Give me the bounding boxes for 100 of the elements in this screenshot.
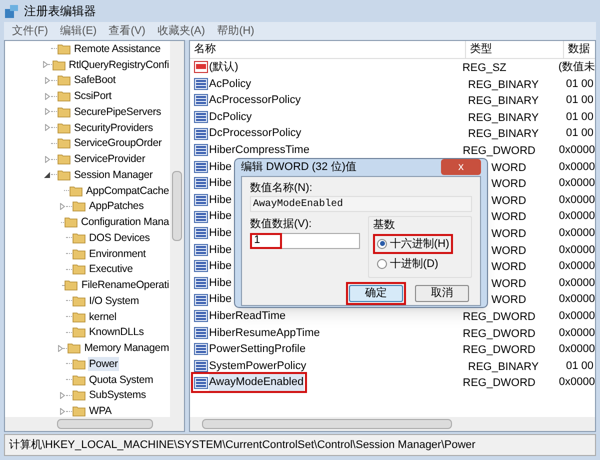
value-data: 0x0000 [558, 259, 595, 274]
menu-item[interactable]: 查看(V) [108, 22, 146, 40]
collapse-icon[interactable] [44, 172, 50, 178]
value-name[interactable]: DcPolicy [209, 108, 252, 126]
value-data: 01 00 [566, 76, 594, 92]
value-name[interactable]: SystemPowerPolicy [209, 358, 306, 374]
value-name[interactable]: HiberCompressTime [209, 142, 310, 159]
expand-icon[interactable] [44, 156, 50, 163]
tree-item[interactable]: FileRenameOperati [80, 278, 170, 292]
value-data-field[interactable]: 1 [250, 232, 360, 248]
tree-item[interactable]: AppPatches [88, 199, 145, 214]
value-type: REG_DWORD [462, 328, 536, 340]
value-name[interactable]: HiberResumeAppTime [209, 324, 320, 342]
expand-icon[interactable] [44, 124, 50, 132]
menu-item[interactable]: 帮助(H) [217, 22, 254, 40]
value-type: WORD [491, 244, 526, 257]
tree-item[interactable]: DOS Devices [88, 230, 151, 245]
expand-icon[interactable] [60, 202, 64, 210]
binary-value-icon [194, 227, 208, 240]
tree-item[interactable]: KnownDLLs [88, 325, 145, 340]
horizontal-scrollbar[interactable] [190, 417, 595, 431]
tree-item[interactable]: SecurityProviders [73, 120, 154, 135]
folder-icon [64, 279, 78, 292]
value-name[interactable]: Hibe [209, 242, 232, 258]
value-name[interactable]: AcProcessorPolicy [209, 92, 301, 109]
binary-value-icon [194, 310, 208, 322]
close-button[interactable]: x [441, 159, 481, 176]
binary-value-icon [194, 376, 208, 389]
tree-item[interactable]: ServiceProvider [73, 152, 146, 166]
tree-item[interactable]: ScsiPort [73, 89, 112, 104]
tree-item[interactable]: SecurePipeServers [73, 104, 162, 119]
tree-item[interactable]: AppCompatCache [85, 184, 170, 198]
column-header[interactable]: 数据 [564, 41, 594, 58]
tree-item[interactable]: Power [88, 356, 119, 371]
menu-item[interactable]: 编辑(E) [60, 22, 97, 40]
expand-icon[interactable] [43, 61, 48, 68]
value-name[interactable]: Hibe [209, 258, 232, 275]
value-name[interactable]: Hibe [209, 158, 232, 176]
vertical-scrollbar[interactable] [170, 41, 184, 417]
binary-value-icon [194, 260, 208, 272]
radio-button[interactable] [377, 259, 387, 270]
tree-item[interactable]: WPA [88, 404, 113, 417]
expand-icon[interactable] [44, 76, 50, 84]
menu-item[interactable]: 收藏夹(A) [157, 22, 206, 40]
tree-item[interactable]: Quota System [88, 372, 154, 387]
value-name[interactable]: Hibe [209, 274, 232, 292]
folder-icon [72, 358, 86, 370]
value-name[interactable]: (默认) [209, 59, 238, 76]
binary-value-icon [194, 128, 208, 140]
tree-item[interactable]: Memory Managem [83, 341, 170, 356]
tree-item[interactable]: Executive [88, 262, 134, 276]
radio-button[interactable] [377, 238, 387, 249]
column-header[interactable]: 类型 [466, 41, 564, 58]
value-type: REG_DWORD [462, 310, 536, 323]
registry-editor-icon [4, 3, 20, 19]
value-name[interactable]: PowerSettingProfile [209, 341, 306, 358]
expand-icon[interactable] [58, 344, 64, 352]
tree-item[interactable]: Session Manager [73, 168, 154, 182]
value-name[interactable]: AwayModeEnabled [209, 374, 304, 391]
folder-icon [57, 122, 71, 134]
tree-item[interactable]: I/O System [88, 294, 140, 308]
value-name[interactable]: Hibe [209, 175, 232, 192]
value-name[interactable]: AcPolicy [209, 76, 252, 92]
value-type: REG_DWORD [462, 145, 536, 158]
value-name[interactable]: Hibe [209, 291, 232, 308]
value-type: WORD [491, 228, 526, 240]
expand-icon[interactable] [44, 92, 50, 100]
horizontal-scrollbar[interactable] [5, 417, 184, 431]
tree-item[interactable]: Remote Assistance [73, 42, 162, 56]
tree-item[interactable]: RtlQueryRegistryConfi [68, 58, 170, 72]
tree-item[interactable]: Configuration Mana [80, 215, 170, 230]
dialog-button[interactable]: 确定 [349, 284, 403, 302]
dialog-button[interactable]: 取消 [415, 284, 469, 302]
value-type: WORD [491, 211, 526, 224]
tree-item[interactable]: SubSystems [88, 388, 147, 402]
tree-item[interactable]: Environment [88, 246, 147, 261]
value-data: 01 00 [566, 358, 594, 374]
expand-icon[interactable] [60, 408, 64, 415]
binary-value-icon [194, 294, 208, 306]
value-type: WORD [491, 194, 526, 207]
expand-icon[interactable] [60, 392, 64, 399]
value-name[interactable]: HiberReadTime [209, 308, 286, 324]
tree-item[interactable]: kernel [88, 310, 118, 324]
value-data: 01 00 [566, 110, 594, 125]
folder-icon [72, 232, 86, 244]
tree-item[interactable]: ServiceGroupOrder [73, 136, 163, 150]
value-name[interactable]: Hibe [209, 208, 232, 225]
binary-value-icon [194, 210, 208, 223]
value-name[interactable]: Hibe [209, 192, 232, 208]
value-name[interactable]: Hibe [209, 224, 232, 242]
radio-label[interactable]: 十进制(D) [390, 256, 438, 272]
value-name-field[interactable]: AwayModeEnabled [250, 196, 472, 212]
value-data: 0x0000 [558, 342, 595, 358]
field-label: 数值数据(V): [250, 217, 313, 232]
column-header[interactable]: 名称 [190, 41, 466, 58]
value-name[interactable]: DcProcessorPolicy [209, 125, 302, 142]
tree-item[interactable]: SafeBoot [73, 73, 117, 88]
expand-icon[interactable] [44, 108, 50, 116]
folder-icon [72, 263, 86, 276]
menu-item[interactable]: 文件(F) [12, 22, 48, 40]
